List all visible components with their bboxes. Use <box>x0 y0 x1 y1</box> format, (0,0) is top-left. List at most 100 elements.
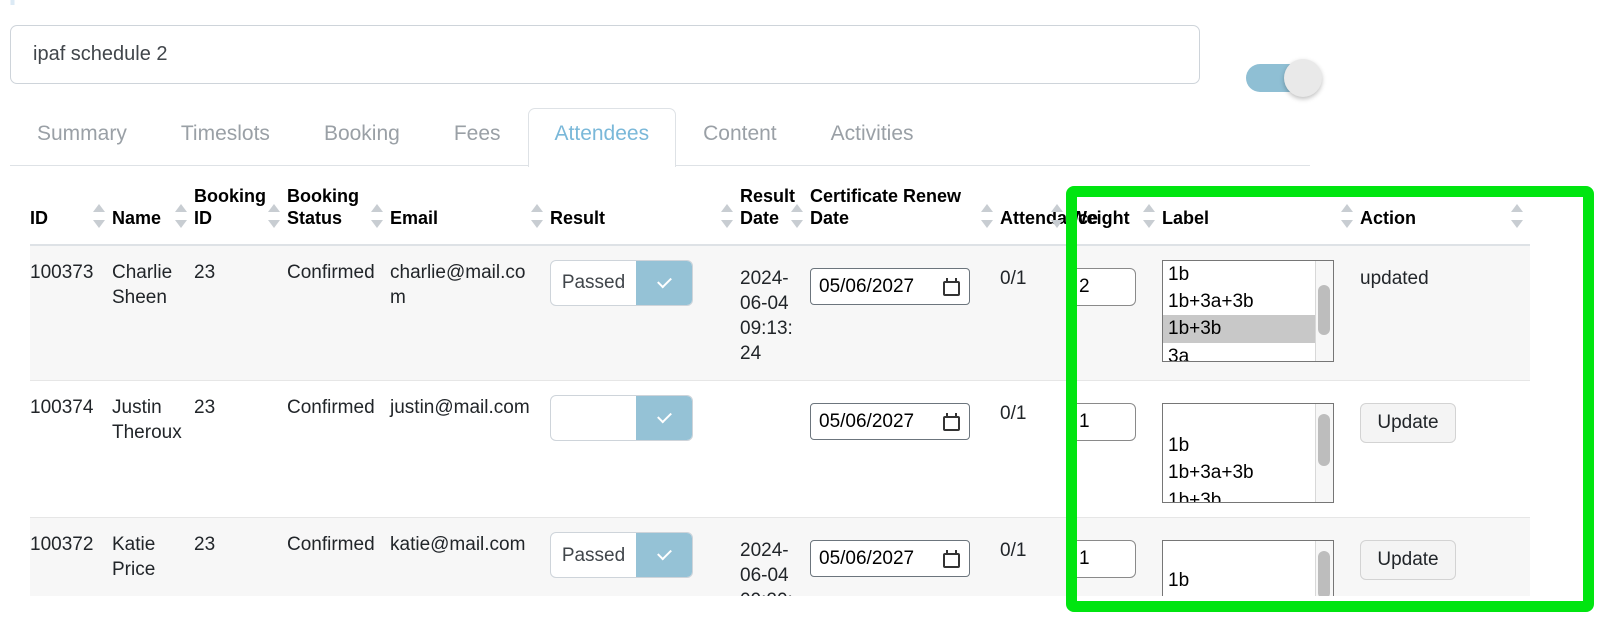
attendees-page: ipaf schedule Summary Timeslots Booking Fee… <box>0 0 1612 630</box>
sort-arrows-icon[interactable] <box>175 203 188 228</box>
column-header-cert_renew[interactable]: Certificate Renew Date <box>810 186 1000 246</box>
sort-arrows-icon[interactable] <box>371 203 384 228</box>
cell-result <box>550 380 740 519</box>
label-listbox[interactable]: 1b 1b+3a+3b 1b+3b <box>1162 403 1334 504</box>
tab-attendees[interactable]: Attendees <box>527 108 677 167</box>
cell-email: charlie@mail.com <box>390 244 550 382</box>
column-header-result[interactable]: Result <box>550 186 740 246</box>
schedule-title-input[interactable] <box>10 25 1200 84</box>
column-header-label: Email <box>390 207 439 228</box>
column-header-booking_id[interactable]: Booking ID <box>194 186 287 246</box>
weight-input[interactable] <box>1070 540 1136 579</box>
column-header-label: Result <box>550 207 606 228</box>
column-header-result_date[interactable]: Result Date <box>740 186 810 246</box>
chevron-down-icon[interactable] <box>636 260 692 305</box>
sort-arrows-icon[interactable] <box>268 203 281 228</box>
result-select[interactable]: Passed <box>550 532 693 579</box>
sort-arrows-icon[interactable] <box>1341 203 1354 228</box>
update-button[interactable]: Update <box>1360 403 1456 444</box>
weight-input[interactable] <box>1070 267 1136 306</box>
sort-arrows-icon[interactable] <box>1143 203 1156 228</box>
sort-arrows-icon[interactable] <box>1051 203 1064 228</box>
chevron-down-icon[interactable] <box>636 533 692 578</box>
cell-label: 1b1b+3a+3b <box>1162 517 1360 596</box>
cell-result: Passed <box>550 244 740 382</box>
tab-label: Activities <box>830 122 914 145</box>
tab-fees[interactable]: Fees <box>427 108 528 160</box>
cell-booking-id: 23 <box>194 517 287 596</box>
cell-certificate-renew-date: 05/06/2027 <box>810 380 1000 519</box>
scrollbar-thumb[interactable] <box>1318 551 1330 596</box>
column-header-email[interactable]: Email <box>390 186 550 246</box>
tab-bar: Summary Timeslots Booking Fees Attendees Cont… <box>10 108 1310 167</box>
cell-booking-id: 23 <box>194 380 287 519</box>
table-row: 100372 Katie Price 23 Confirmed katie@mail.c… <box>30 517 1530 596</box>
title-row <box>10 25 1322 97</box>
cell-attendance: 0/1 <box>1000 517 1070 596</box>
scrollbar-thumb[interactable] <box>1318 414 1330 467</box>
tab-label: Content <box>703 122 777 145</box>
tab-summary[interactable]: Summary <box>10 108 154 160</box>
attendees-table: ID Name Booking ID Booking Status Email Resul… <box>30 186 1530 596</box>
label-listbox[interactable]: 1b1b+3a+3b <box>1162 540 1334 596</box>
label-option[interactable]: 1b <box>1163 432 1333 459</box>
label-option[interactable]: 1b <box>1163 567 1333 594</box>
column-header-weight[interactable]: Weight <box>1070 186 1162 246</box>
result-select-value: Passed <box>561 272 626 294</box>
label-option[interactable]: 1b+3b <box>1163 315 1333 343</box>
column-header-id[interactable]: ID <box>30 186 112 246</box>
label-listbox[interactable]: 1b 1b+3a+3b 1b+3b 3a <box>1162 259 1334 362</box>
tab-booking[interactable]: Booking <box>297 108 427 160</box>
weight-input[interactable] <box>1070 403 1136 442</box>
calendar-icon[interactable] <box>943 277 960 296</box>
column-header-name[interactable]: Name <box>112 186 194 246</box>
table-row: 100374 Justin Theroux 23 Confirmed justin@ma… <box>30 380 1530 519</box>
cell-weight <box>1070 244 1162 382</box>
label-option[interactable]: 3a <box>1163 343 1333 361</box>
sort-arrows-icon[interactable] <box>721 203 734 228</box>
calendar-icon[interactable] <box>943 550 960 569</box>
column-header-attendance[interactable]: Attendance <box>1000 186 1098 246</box>
label-option[interactable]: 1b+3b <box>1163 487 1333 502</box>
cell-booking-status: Confirmed <box>287 244 390 382</box>
table-header-row: ID Name Booking ID Booking Status Email Resul… <box>30 186 1530 246</box>
calendar-icon[interactable] <box>943 413 960 432</box>
tab-label: Timeslots <box>180 122 270 145</box>
certificate-renew-date-input[interactable]: 05/06/2027 <box>810 540 970 578</box>
tab-timeslots[interactable]: Timeslots <box>154 108 297 160</box>
certificate-renew-date-input[interactable]: 05/06/2027 <box>810 403 970 441</box>
result-select[interactable] <box>550 395 693 442</box>
column-header-label[interactable]: Label <box>1162 186 1360 246</box>
table-row: 100373 Charlie Sheen 23 Confirmed charlie@ma… <box>30 244 1530 382</box>
status-toggle[interactable] <box>1246 59 1322 97</box>
cell-label: 1b 1b+3a+3b 1b+3b <box>1162 380 1360 519</box>
cell-email: katie@mail.com <box>390 517 550 596</box>
column-header-action[interactable]: Action <box>1360 186 1530 246</box>
label-option[interactable]: 1b+3a+3b <box>1163 459 1333 486</box>
label-option[interactable]: 1b+3a+3b <box>1163 288 1333 315</box>
tab-content[interactable]: Content <box>676 108 804 160</box>
tab-activities[interactable]: Activities <box>804 108 941 160</box>
sort-arrows-icon[interactable] <box>93 203 106 228</box>
chevron-down-icon[interactable] <box>636 396 692 441</box>
sort-arrows-icon[interactable] <box>1511 203 1524 228</box>
tab-label: Fees <box>453 122 501 145</box>
update-button[interactable]: Update <box>1360 540 1456 581</box>
result-select-value: Passed <box>561 544 626 566</box>
certificate-renew-date-input[interactable]: 05/06/2027 <box>810 267 970 305</box>
sort-arrows-icon[interactable] <box>981 203 994 228</box>
cell-id: 100372 <box>30 517 112 596</box>
action-status-text: updated <box>1360 267 1429 289</box>
column-header-booking_status[interactable]: Booking Status <box>287 186 390 246</box>
scrollbar-thumb[interactable] <box>1318 284 1330 335</box>
cell-result: Passed <box>550 517 740 596</box>
cell-action: updated <box>1360 244 1530 382</box>
sort-arrows-icon[interactable] <box>531 203 544 228</box>
cell-result-date: 2024-06-04 09:13:24 <box>740 244 810 382</box>
label-option[interactable]: 1b+3a+3b <box>1163 594 1333 596</box>
tab-label: Booking <box>323 122 400 145</box>
sort-arrows-icon[interactable] <box>791 203 804 228</box>
label-option[interactable]: 1b <box>1163 261 1333 288</box>
result-select[interactable]: Passed <box>550 259 693 306</box>
column-header-label: Label <box>1162 207 1210 228</box>
